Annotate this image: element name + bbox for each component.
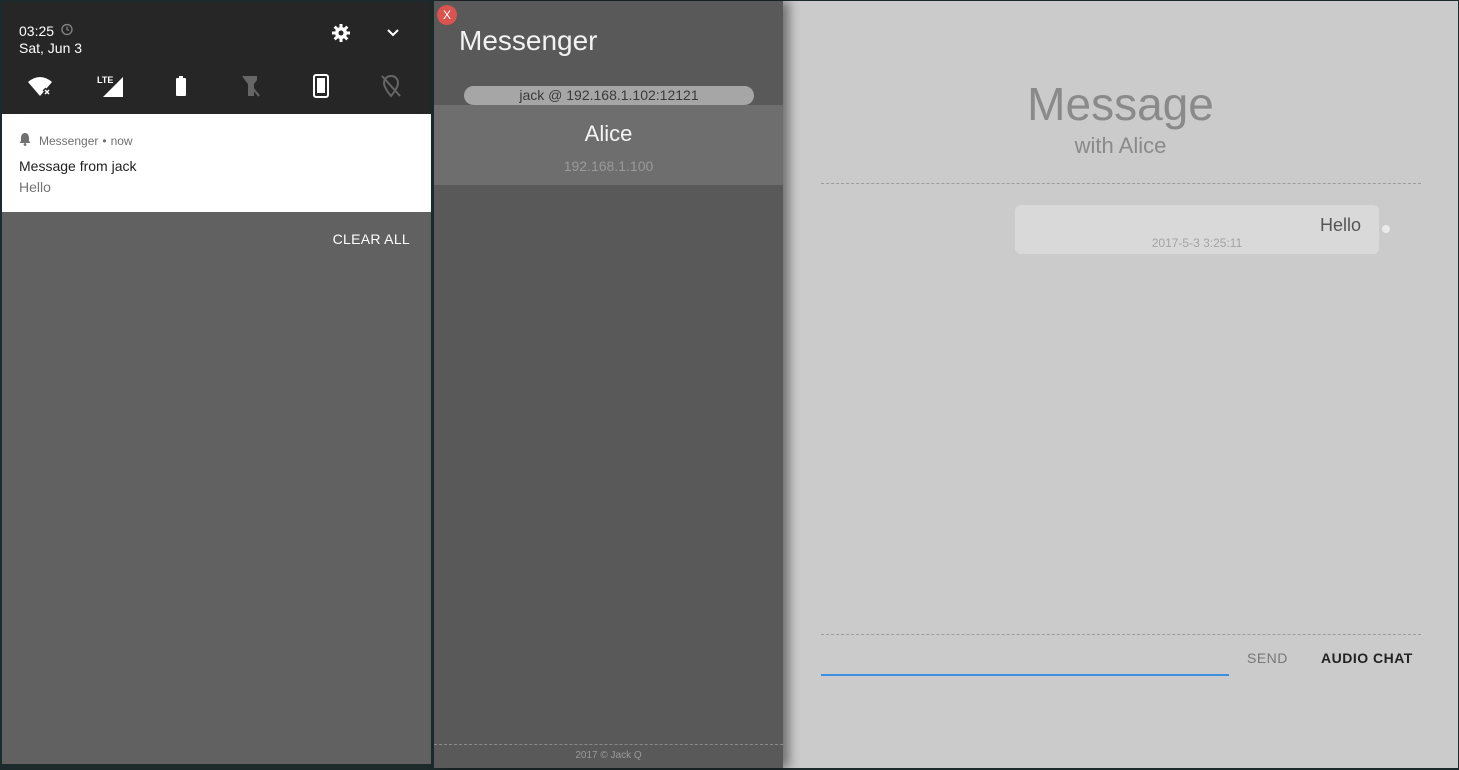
send-button[interactable]: SEND: [1247, 650, 1288, 666]
clear-all-button[interactable]: CLEAR ALL: [333, 231, 410, 247]
audio-chat-button[interactable]: AUDIO CHAT: [1321, 650, 1413, 666]
status-header: 03:25 Sat, Jun 3 LTE: [2, 2, 431, 114]
contacts-sidebar: X Messenger jack @ 192.168.1.102:12121 A…: [434, 1, 783, 768]
chat-subtitle: with Alice: [1074, 133, 1167, 158]
input-divider: [821, 634, 1421, 635]
rotation-icon[interactable]: [301, 66, 341, 106]
message-input[interactable]: [821, 644, 1229, 676]
wifi-off-icon[interactable]: [20, 66, 60, 106]
notification-body: Hello: [19, 179, 51, 195]
contact-name: Alice: [584, 121, 633, 146]
app-title: Messenger: [459, 25, 598, 56]
close-button[interactable]: X: [437, 5, 457, 25]
notification-title: Message from jack: [19, 158, 137, 174]
expand-chevron-down-icon[interactable]: [382, 22, 404, 44]
bell-icon: [19, 132, 31, 149]
message-timestamp: 2017-5-3 3:25:11: [1151, 236, 1243, 250]
flashlight-off-icon[interactable]: [231, 66, 271, 106]
svg-text:LTE: LTE: [97, 75, 113, 85]
battery-icon[interactable]: [161, 66, 201, 106]
notification-app-name: Messenger: [39, 133, 99, 148]
notification-separator: •: [102, 133, 107, 148]
alarm-icon: [60, 22, 74, 39]
footer-copyright: 2017 © Jack Q: [575, 750, 642, 761]
contact-ip: 192.168.1.100: [563, 158, 654, 174]
settings-gear-icon[interactable]: [330, 22, 352, 44]
android-notification-shade: 03:25 Sat, Jun 3 LTE Messenger • now Mes…: [2, 2, 431, 764]
contact-item[interactable]: Alice 192.168.1.100: [434, 105, 783, 185]
quick-settings-row: LTE: [2, 66, 431, 106]
location-off-icon[interactable]: [371, 66, 411, 106]
message-bubble: Hello 2017-5-3 3:25:11: [1015, 205, 1379, 254]
clock-date: Sat, Jun 3: [19, 40, 83, 56]
notification-card[interactable]: Messenger • now Message from jack Hello: [2, 114, 431, 212]
message-status-dot: [1382, 225, 1390, 233]
message-text: Hello: [1319, 215, 1361, 235]
clock-time: 03:25: [19, 22, 55, 39]
header-divider: [821, 183, 1421, 184]
chat-title: Message: [1027, 78, 1214, 130]
footer-divider: [434, 744, 783, 745]
chat-panel: Message with Alice Hello 2017-5-3 3:25:1…: [783, 1, 1458, 768]
lte-signal-icon[interactable]: LTE: [90, 66, 130, 106]
host-address-badge: jack @ 192.168.1.102:12121: [464, 86, 754, 105]
messenger-window: X Messenger jack @ 192.168.1.102:12121 A…: [434, 1, 1458, 768]
notification-time: now: [110, 133, 133, 148]
